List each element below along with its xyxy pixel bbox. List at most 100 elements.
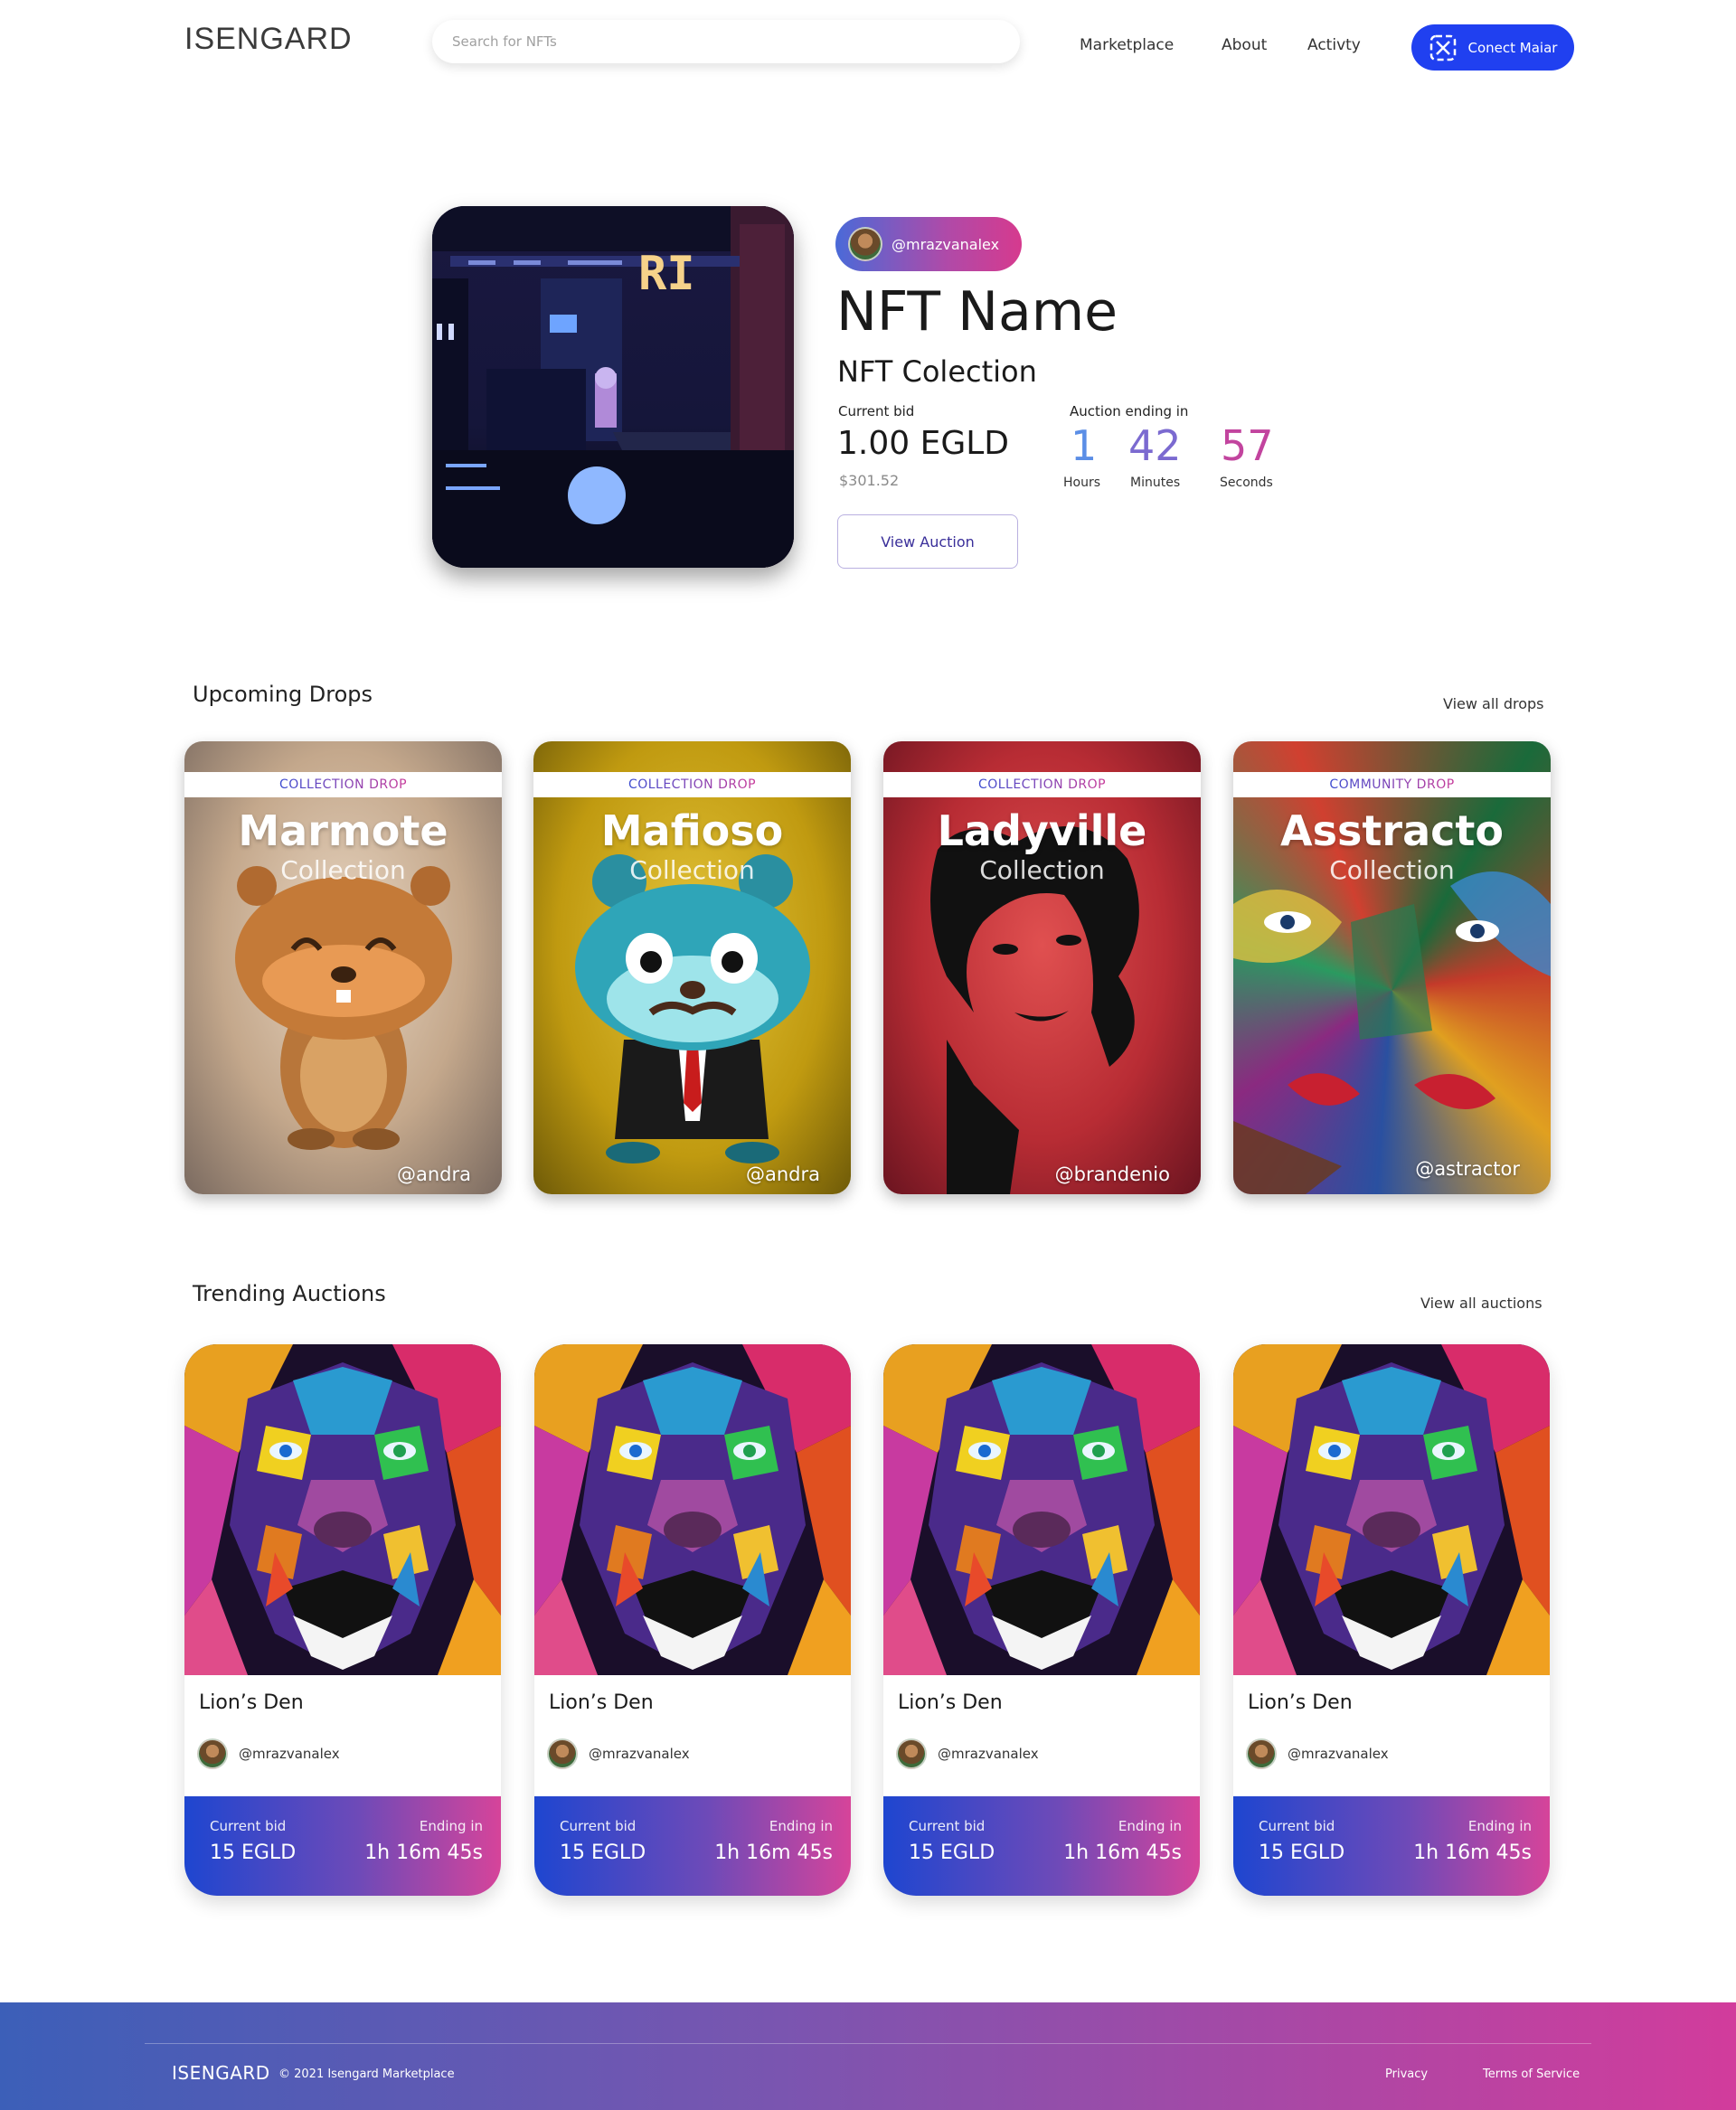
- auction-footer: Current bid 15 EGLD Ending in 1h 16m 45s: [534, 1796, 851, 1896]
- auction-title: Lion’s Den: [1248, 1691, 1353, 1714]
- footer-privacy-link[interactable]: Privacy: [1385, 2068, 1428, 2081]
- auction-author[interactable]: @mrazvanalex: [197, 1738, 340, 1769]
- drop-name: Ladyville: [937, 806, 1147, 855]
- connect-label: Conect Maiar: [1467, 39, 1558, 56]
- footer-logo[interactable]: ISENGARD: [172, 2062, 270, 2084]
- auction-bid-value: 15 EGLD: [210, 1842, 297, 1864]
- view-all-auctions-link[interactable]: View all auctions: [1420, 1295, 1543, 1312]
- nft-collection: NFT Colection: [837, 354, 1037, 389]
- auction-image[interactable]: [534, 1344, 851, 1675]
- drop-tag: COMMUNITY DROP: [1233, 772, 1551, 797]
- auction-bid-value: 15 EGLD: [1259, 1842, 1345, 1864]
- hero-nft-image[interactable]: RI: [432, 206, 794, 568]
- auction-image[interactable]: [883, 1344, 1200, 1675]
- current-bid-label: Current bid: [838, 403, 915, 419]
- auction-author[interactable]: @mrazvanalex: [547, 1738, 690, 1769]
- auction-card[interactable]: Lion’s Den @mrazvanalex Current bid 15 E…: [534, 1344, 851, 1896]
- hero-author-pill[interactable]: @mrazvanalex: [835, 217, 1022, 271]
- hero-author-name: @mrazvanalex: [892, 235, 1000, 253]
- auction-ending-label: Ending in: [1118, 1818, 1182, 1834]
- auction-author-name: @mrazvanalex: [938, 1746, 1039, 1762]
- view-all-drops-link[interactable]: View all drops: [1443, 695, 1544, 712]
- auction-image[interactable]: [1233, 1344, 1550, 1675]
- auction-author-name: @mrazvanalex: [239, 1746, 340, 1762]
- countdown-minutes-label: Minutes: [1130, 476, 1181, 490]
- drop-author[interactable]: @andra: [397, 1163, 471, 1185]
- auction-ending-value: 1h 16m 45s: [714, 1842, 833, 1864]
- drop-name: Marmote: [238, 806, 448, 855]
- auction-title: Lion’s Den: [898, 1691, 1003, 1714]
- countdown-seconds: 57: [1221, 421, 1274, 470]
- auction-footer: Current bid 15 EGLD Ending in 1h 16m 45s: [184, 1796, 501, 1896]
- auction-ending-value: 1h 16m 45s: [364, 1842, 483, 1864]
- drop-card[interactable]: COLLECTION DROP Marmote Collection @andr…: [184, 741, 502, 1194]
- site-footer: ISENGARD © 2021 Isengard Marketplace Pri…: [0, 2002, 1736, 2110]
- countdown-hours-label: Hours: [1063, 476, 1101, 490]
- auction-author-name: @mrazvanalex: [589, 1746, 690, 1762]
- auction-bid-label: Current bid: [1259, 1818, 1335, 1834]
- drop-tag: COLLECTION DROP: [533, 772, 851, 797]
- auction-title: Lion’s Den: [549, 1691, 654, 1714]
- auction-ending-label: Auction ending in: [1070, 403, 1189, 419]
- auction-image[interactable]: [184, 1344, 501, 1675]
- site-logo[interactable]: ISENGARD: [184, 22, 353, 57]
- drop-name: Asstracto: [1280, 806, 1504, 855]
- auction-card[interactable]: Lion’s Den @mrazvanalex Current bid 15 E…: [883, 1344, 1200, 1896]
- drop-author[interactable]: @brandenio: [1055, 1163, 1170, 1185]
- countdown-hours: 1: [1071, 421, 1098, 470]
- drop-card[interactable]: COLLECTION DROP Mafioso Collection @andr…: [533, 741, 851, 1194]
- drop-subtitle: Collection: [1329, 855, 1455, 885]
- nav-marketplace[interactable]: Marketplace: [1080, 36, 1174, 54]
- drop-card[interactable]: COLLECTION DROP Ladyville Collection @br…: [883, 741, 1201, 1194]
- nft-title: NFT Name: [836, 280, 1118, 344]
- auction-card[interactable]: Lion’s Den @mrazvanalex Current bid 15 E…: [184, 1344, 501, 1896]
- auction-bid-value: 15 EGLD: [560, 1842, 646, 1864]
- drop-author[interactable]: @astractor: [1415, 1158, 1520, 1180]
- auction-ending-label: Ending in: [1467, 1818, 1532, 1834]
- auction-bid-label: Current bid: [210, 1818, 287, 1834]
- drop-subtitle: Collection: [629, 855, 755, 885]
- current-bid-value: 1.00 EGLD: [837, 425, 1010, 462]
- countdown-seconds-label: Seconds: [1220, 476, 1273, 490]
- auction-ending-value: 1h 16m 45s: [1413, 1842, 1532, 1864]
- auction-bid-value: 15 EGLD: [909, 1842, 995, 1864]
- maiar-icon: [1429, 33, 1458, 62]
- drop-subtitle: Collection: [280, 855, 406, 885]
- auction-author[interactable]: @mrazvanalex: [1246, 1738, 1389, 1769]
- connect-maiar-button[interactable]: Conect Maiar: [1411, 24, 1574, 71]
- drop-author[interactable]: @andra: [746, 1163, 820, 1185]
- drop-tag: COLLECTION DROP: [883, 772, 1201, 797]
- auction-ending-label: Ending in: [419, 1818, 483, 1834]
- nav-activity[interactable]: Activty: [1307, 36, 1361, 54]
- author-avatar: [197, 1738, 228, 1769]
- svg-text:RI: RI: [638, 247, 695, 301]
- drop-card[interactable]: COMMUNITY DROP Asstracto Collection @ast…: [1233, 741, 1551, 1194]
- footer-divider: [145, 2043, 1591, 2044]
- countdown-minutes: 42: [1128, 421, 1182, 470]
- drop-tag: COLLECTION DROP: [184, 772, 502, 797]
- author-avatar: [848, 227, 882, 261]
- footer-terms-link[interactable]: Terms of Service: [1483, 2068, 1580, 2081]
- auction-bid-label: Current bid: [560, 1818, 637, 1834]
- footer-copyright: © 2021 Isengard Marketplace: [278, 2068, 455, 2081]
- drop-subtitle: Collection: [979, 855, 1105, 885]
- nav-about[interactable]: About: [1222, 36, 1267, 54]
- view-auction-button[interactable]: View Auction: [837, 514, 1018, 569]
- auction-author-name: @mrazvanalex: [1288, 1746, 1389, 1762]
- auction-bid-label: Current bid: [909, 1818, 986, 1834]
- auction-ending-value: 1h 16m 45s: [1063, 1842, 1182, 1864]
- drop-name: Mafioso: [600, 806, 784, 855]
- current-bid-usd: $301.52: [839, 472, 900, 489]
- auction-author[interactable]: @mrazvanalex: [896, 1738, 1039, 1769]
- trending-auctions-title: Trending Auctions: [193, 1281, 386, 1306]
- author-avatar: [1246, 1738, 1277, 1769]
- author-avatar: [547, 1738, 578, 1769]
- search-bar[interactable]: [432, 20, 1020, 63]
- auction-footer: Current bid 15 EGLD Ending in 1h 16m 45s: [883, 1796, 1200, 1896]
- auction-ending-label: Ending in: [769, 1818, 833, 1834]
- auction-card[interactable]: Lion’s Den @mrazvanalex Current bid 15 E…: [1233, 1344, 1550, 1896]
- upcoming-drops-title: Upcoming Drops: [193, 682, 373, 707]
- search-input[interactable]: [452, 33, 1020, 50]
- author-avatar: [896, 1738, 927, 1769]
- auction-footer: Current bid 15 EGLD Ending in 1h 16m 45s: [1233, 1796, 1550, 1896]
